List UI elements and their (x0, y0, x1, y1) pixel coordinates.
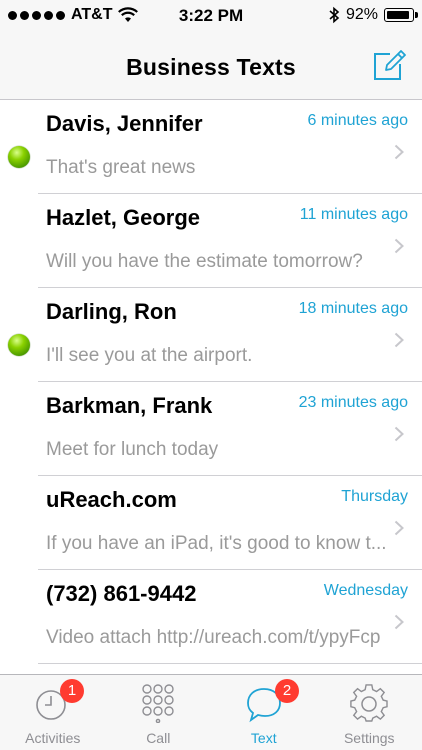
battery-percent: 92% (345, 6, 378, 23)
message-time: 6 minutes ago (307, 112, 408, 129)
keypad-icon (142, 684, 174, 723)
tab-text[interactable]: 2 Text (211, 675, 317, 750)
chevron-right-icon (394, 332, 404, 348)
message-time: Thursday (341, 488, 408, 505)
message-row[interactable]: Hazlet, George 11 minutes ago Will you hav… (38, 194, 422, 288)
message-time: 23 minutes ago (298, 394, 408, 411)
status-bar: AT&T 3:22 PM 92% (0, 0, 422, 32)
chevron-right-icon (394, 144, 404, 160)
battery-level-fill (387, 11, 410, 19)
message-row[interactable]: uReach.com Thursday If you have an iPad, i… (38, 476, 422, 570)
message-row[interactable]: Darling, Ron 18 minutes ago I'll see you a… (8, 288, 422, 382)
chevron-right-icon (394, 614, 404, 630)
message-row[interactable]: (732) 861-9442 Wednesday Video attach http… (38, 570, 422, 664)
contact-name: (732) 861-9442 (46, 581, 197, 606)
tab-activities[interactable]: 1 Activities (0, 675, 106, 750)
tab-bar: 1 Activities Call 2 Text Settings (0, 674, 422, 750)
gear-icon (350, 684, 388, 722)
battery-icon (384, 8, 418, 22)
message-preview: Meet for lunch today (46, 439, 219, 460)
tab-label-call: Call (146, 730, 171, 746)
navigation-bar: Business Texts (0, 32, 422, 100)
message-time: 18 minutes ago (298, 300, 408, 317)
message-preview: Will you have the estimate tomorrow? (46, 251, 363, 272)
message-time: 11 minutes ago (299, 206, 408, 223)
message-list: Davis, Jennifer 6 minutes ago That's great… (0, 100, 422, 674)
activities-badge: 1 (60, 679, 84, 703)
bluetooth-icon (329, 6, 340, 24)
contact-name: Davis, Jennifer (46, 111, 203, 136)
tab-settings[interactable]: Settings (317, 675, 422, 750)
message-preview: I'll see you at the airport. (46, 345, 253, 366)
compose-icon[interactable] (372, 46, 406, 82)
text-badge: 2 (275, 679, 299, 703)
contact-name: Darling, Ron (46, 299, 177, 324)
message-preview: That's great news (46, 157, 196, 178)
tab-label-settings: Settings (343, 730, 395, 746)
contact-name: Barkman, Frank (46, 393, 213, 418)
tab-call[interactable]: Call (106, 675, 212, 750)
message-time: Wednesday (323, 582, 408, 599)
page-title: Business Texts (126, 54, 296, 80)
contact-name: uReach.com (46, 487, 177, 512)
online-status-dot-icon (8, 146, 30, 168)
chevron-right-icon (394, 426, 404, 442)
tab-label-activities: Activities (25, 730, 81, 746)
message-preview: Video attach http://ureach.com/t/ypyFcp (46, 627, 381, 648)
message-row[interactable]: Davis, Jennifer 6 minutes ago That's great… (8, 100, 422, 194)
message-preview: If you have an iPad, it's good to know t… (46, 533, 386, 554)
status-right: 92% (328, 6, 418, 24)
online-status-dot-icon (8, 334, 30, 356)
tab-label-text: Text (250, 730, 277, 746)
chevron-right-icon (394, 520, 404, 536)
contact-name: Hazlet, George (46, 205, 201, 230)
message-row[interactable]: Barkman, Frank 23 minutes ago Meet for lun… (38, 382, 422, 476)
chevron-right-icon (394, 238, 404, 254)
